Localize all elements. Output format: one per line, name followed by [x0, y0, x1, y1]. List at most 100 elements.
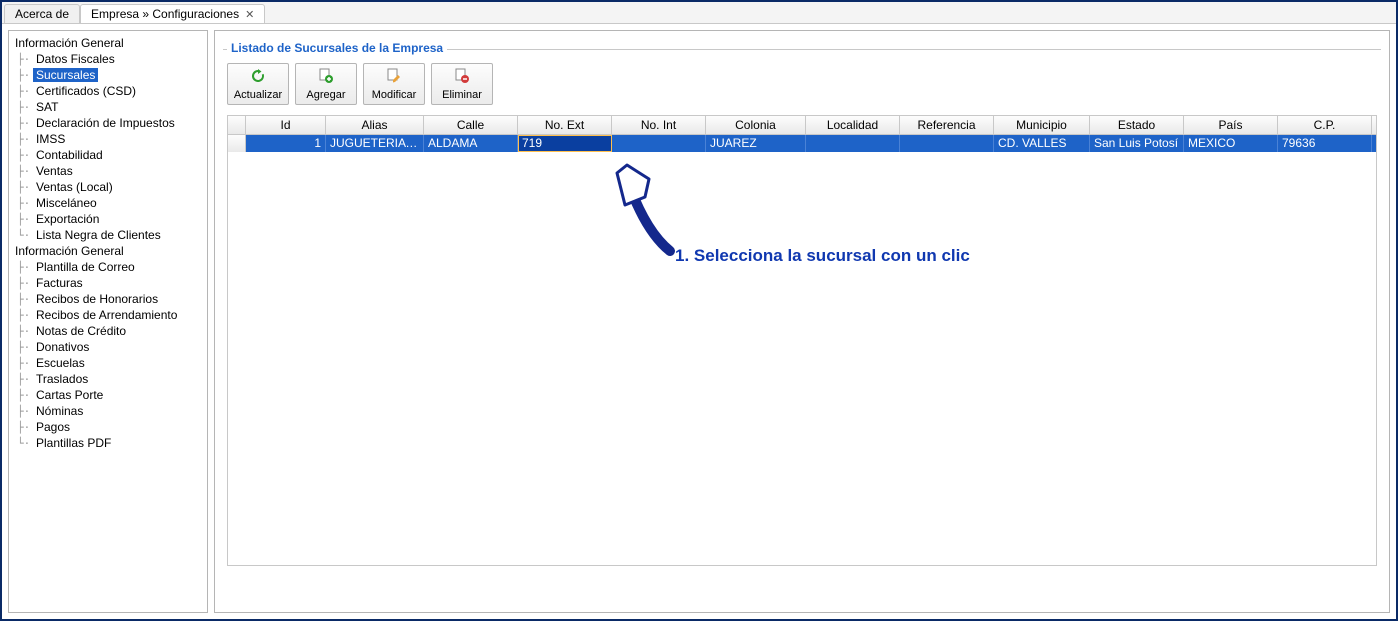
tab-company-config[interactable]: Empresa » Configuraciones ✕: [80, 4, 265, 23]
cell-colonia[interactable]: JUAREZ: [706, 135, 806, 152]
tree-branch-icon: └·: [17, 229, 33, 242]
sidebar-item-imss[interactable]: ├·IMSS: [11, 131, 205, 147]
sidebar-item-facturas[interactable]: ├·Facturas: [11, 275, 205, 291]
sidebar-item-pagos[interactable]: ├·Pagos: [11, 419, 205, 435]
tree-branch-icon: ├·: [17, 101, 33, 114]
cell-referencia[interactable]: [900, 135, 994, 152]
cell-cp[interactable]: 79636: [1278, 135, 1372, 152]
delete-button-label: Eliminar: [442, 89, 482, 101]
sidebar-item-exportaci-n[interactable]: ├·Exportación: [11, 211, 205, 227]
cell-alias[interactable]: JUGUETERIA LA…: [326, 135, 424, 152]
sidebar-item-label: Misceláneo: [33, 196, 100, 210]
sidebar-item-sat[interactable]: ├·SAT: [11, 99, 205, 115]
tree-branch-icon: ├·: [17, 421, 33, 434]
sidebar-item-label: Pagos: [33, 420, 73, 434]
edit-button[interactable]: Modificar: [363, 63, 425, 105]
tree-group-2-label: Información General: [11, 243, 205, 259]
sidebar-item-label: Contabilidad: [33, 148, 106, 162]
col-pais[interactable]: País: [1184, 116, 1278, 134]
sidebar-item-n-minas[interactable]: ├·Nóminas: [11, 403, 205, 419]
col-id[interactable]: Id: [246, 116, 326, 134]
sidebar-item-traslados[interactable]: ├·Traslados: [11, 371, 205, 387]
edit-icon: [386, 68, 402, 87]
sidebar-item-lista-negra-de-clientes[interactable]: └·Lista Negra de Clientes: [11, 227, 205, 243]
tree-branch-icon: ├·: [17, 293, 33, 306]
cell-localidad[interactable]: [806, 135, 900, 152]
sidebar-item-label: Donativos: [33, 340, 92, 354]
tree-branch-icon: ├·: [17, 341, 33, 354]
col-calle[interactable]: Calle: [424, 116, 518, 134]
groupbox-sucursales: Listado de Sucursales de la Empresa: [223, 41, 1381, 55]
col-cp[interactable]: C.P.: [1278, 116, 1372, 134]
refresh-button[interactable]: Actualizar: [227, 63, 289, 105]
sidebar-item-datos-fiscales[interactable]: ├·Datos Fiscales: [11, 51, 205, 67]
sucursales-grid[interactable]: Id Alias Calle No. Ext No. Int Colonia L…: [227, 115, 1377, 566]
sidebar-item-certificados-csd-[interactable]: ├·Certificados (CSD): [11, 83, 205, 99]
sidebar-item-label: Declaración de Impuestos: [33, 116, 178, 130]
sidebar-item-recibos-de-honorarios[interactable]: ├·Recibos de Honorarios: [11, 291, 205, 307]
sidebar-item-label: Certificados (CSD): [33, 84, 139, 98]
sidebar-item-plantilla-de-correo[interactable]: ├·Plantilla de Correo: [11, 259, 205, 275]
tree-branch-icon: ├·: [17, 69, 33, 82]
col-referencia[interactable]: Referencia: [900, 116, 994, 134]
col-no-int[interactable]: No. Int: [612, 116, 706, 134]
refresh-icon: [250, 68, 266, 87]
table-row[interactable]: 1 JUGUETERIA LA… ALDAMA 719 JUAREZ CD. V…: [228, 135, 1376, 152]
sidebar-item-recibos-de-arrendamiento[interactable]: ├·Recibos de Arrendamiento: [11, 307, 205, 323]
row-selector[interactable]: [228, 135, 246, 152]
col-localidad[interactable]: Localidad: [806, 116, 900, 134]
tree-branch-icon: ├·: [17, 309, 33, 322]
tree-branch-icon: ├·: [17, 277, 33, 290]
tree-branch-icon: ├·: [17, 373, 33, 386]
cell-id[interactable]: 1: [246, 135, 326, 152]
sidebar-item-label: Cartas Porte: [33, 388, 106, 402]
col-estado[interactable]: Estado: [1090, 116, 1184, 134]
tab-strip: Acerca de Empresa » Configuraciones ✕: [2, 2, 1396, 24]
tree-branch-icon: ├·: [17, 405, 33, 418]
sidebar-item-notas-de-cr-dito[interactable]: ├·Notas de Crédito: [11, 323, 205, 339]
toolbar: Actualizar Agregar Modificar: [227, 63, 1381, 105]
sidebar-item-plantillas-pdf[interactable]: └·Plantillas PDF: [11, 435, 205, 451]
sidebar-item-label: Exportación: [33, 212, 102, 226]
sidebar-item-label: Recibos de Arrendamiento: [33, 308, 180, 322]
cell-pais[interactable]: MEXICO: [1184, 135, 1278, 152]
sidebar-item-label: Sucursales: [33, 68, 98, 82]
sidebar-item-ventas[interactable]: ├·Ventas: [11, 163, 205, 179]
cell-estado[interactable]: San Luis Potosí: [1090, 135, 1184, 152]
grid-body: 1 JUGUETERIA LA… ALDAMA 719 JUAREZ CD. V…: [228, 135, 1376, 565]
sidebar-item-escuelas[interactable]: ├·Escuelas: [11, 355, 205, 371]
sidebar-item-sucursales[interactable]: ├·Sucursales: [11, 67, 205, 83]
col-municipio[interactable]: Municipio: [994, 116, 1090, 134]
col-colonia[interactable]: Colonia: [706, 116, 806, 134]
tree-branch-icon: ├·: [17, 165, 33, 178]
tree-branch-icon: ├·: [17, 357, 33, 370]
sidebar-item-declaraci-n-de-impuestos[interactable]: ├·Declaración de Impuestos: [11, 115, 205, 131]
tree-branch-icon: ├·: [17, 213, 33, 226]
close-icon[interactable]: ✕: [245, 8, 254, 21]
sidebar-item-cartas-porte[interactable]: ├·Cartas Porte: [11, 387, 205, 403]
delete-icon: [454, 68, 470, 87]
sidebar-tree[interactable]: Información General ├·Datos Fiscales├·Su…: [8, 30, 208, 613]
sidebar-item-label: IMSS: [33, 132, 68, 146]
sidebar-item-label: Notas de Crédito: [33, 324, 129, 338]
tab-about-label: Acerca de: [15, 7, 69, 21]
body-split: Información General ├·Datos Fiscales├·Su…: [2, 24, 1396, 619]
sidebar-item-miscel-neo[interactable]: ├·Misceláneo: [11, 195, 205, 211]
sidebar-item-label: Nóminas: [33, 404, 86, 418]
add-button[interactable]: Agregar: [295, 63, 357, 105]
sidebar-item-label: Lista Negra de Clientes: [33, 228, 164, 242]
sidebar-item-contabilidad[interactable]: ├·Contabilidad: [11, 147, 205, 163]
sidebar-item-ventas-local-[interactable]: ├·Ventas (Local): [11, 179, 205, 195]
cell-no-ext[interactable]: 719: [518, 135, 612, 152]
sidebar-item-label: Escuelas: [33, 356, 88, 370]
delete-button[interactable]: Eliminar: [431, 63, 493, 105]
cell-municipio[interactable]: CD. VALLES: [994, 135, 1090, 152]
col-alias[interactable]: Alias: [326, 116, 424, 134]
cell-calle[interactable]: ALDAMA: [424, 135, 518, 152]
tab-about[interactable]: Acerca de: [4, 4, 80, 23]
col-no-ext[interactable]: No. Ext: [518, 116, 612, 134]
tree-branch-icon: ├·: [17, 181, 33, 194]
cell-no-int[interactable]: [612, 135, 706, 152]
grid-header: Id Alias Calle No. Ext No. Int Colonia L…: [228, 116, 1376, 135]
sidebar-item-donativos[interactable]: ├·Donativos: [11, 339, 205, 355]
